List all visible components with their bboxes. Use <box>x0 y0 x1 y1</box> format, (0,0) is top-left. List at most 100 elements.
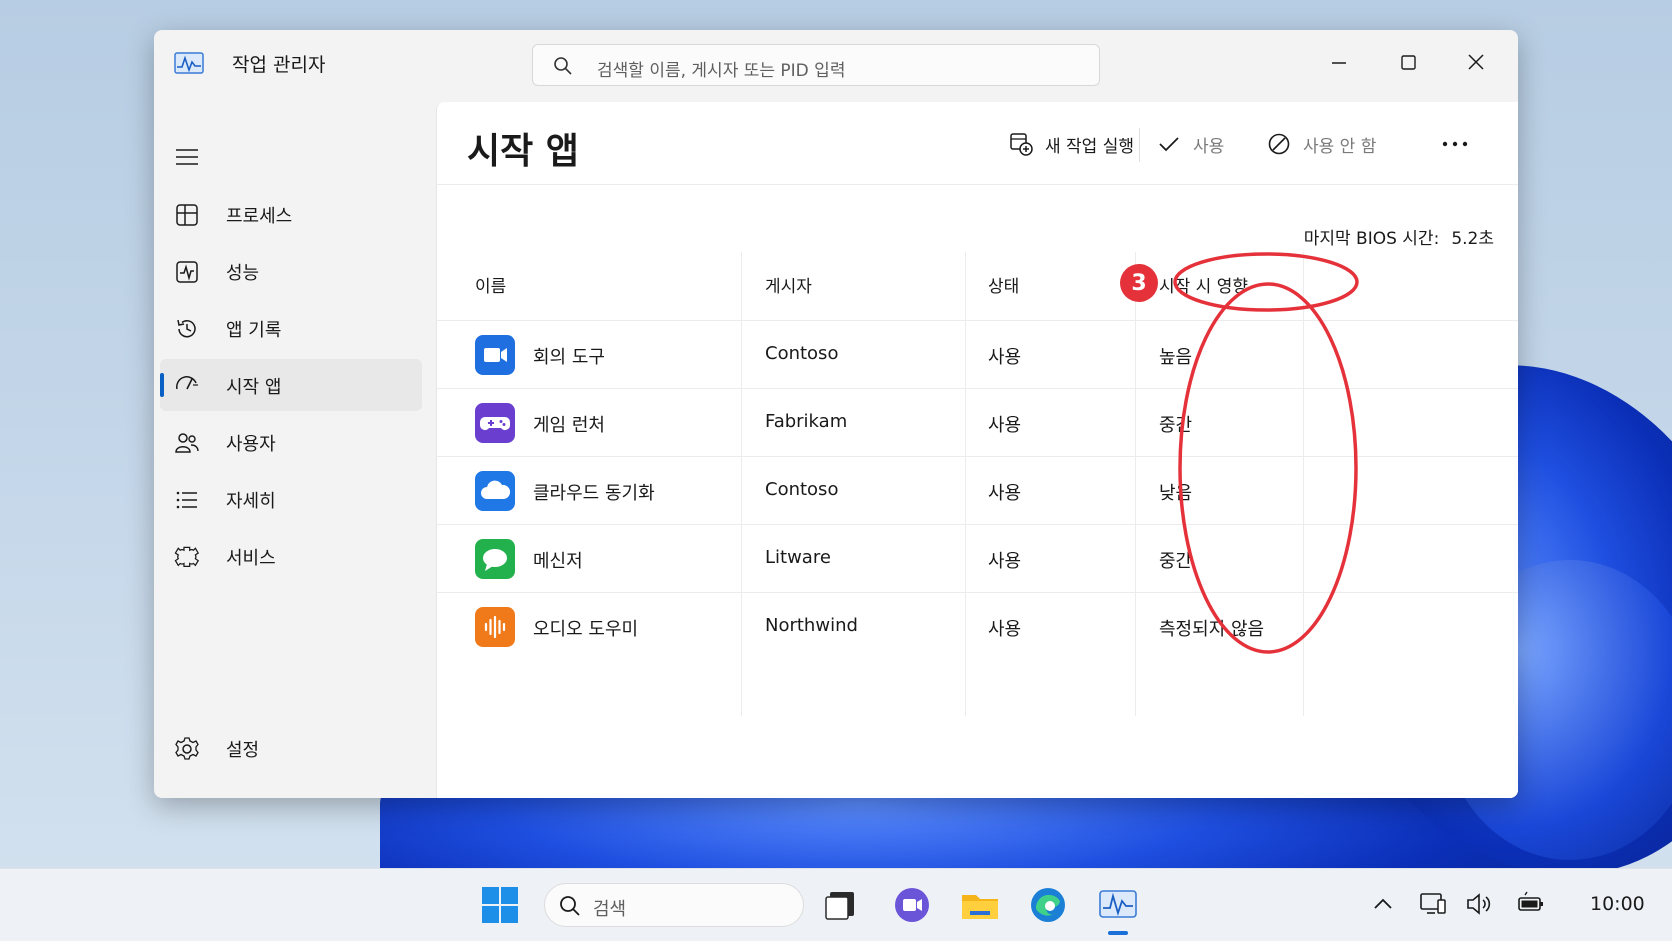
startup-apps-icon <box>176 376 198 390</box>
gear-icon <box>175 737 199 760</box>
app-status: 사용 <box>988 619 1022 640</box>
step-badge: 3 <box>1120 264 1158 302</box>
gamepad-icon <box>475 403 515 443</box>
sidebar-item-label: 서비스 <box>226 548 276 569</box>
column-header-publisher[interactable]: 게시자 <box>765 272 812 297</box>
main-panel: 시작 앱 새 작업 실행 사용 사용 안 함 마지막 BIOS 시간: 5.2초… <box>436 102 1518 798</box>
app-history-icon <box>177 319 196 338</box>
bios-value: 5.2초 <box>1451 229 1494 249</box>
app-publisher: Contoso <box>765 479 839 500</box>
taskbar-search[interactable]: 검색 <box>544 883 804 927</box>
sidebar-item-services[interactable]: 서비스 <box>160 530 422 582</box>
run-new-task-button[interactable]: 새 작업 실행 <box>1009 124 1134 164</box>
table-row[interactable]: 오디오 도우미 Northwind 사용 측정되지 않음 <box>437 592 1518 660</box>
app-name: 메신저 <box>533 551 583 572</box>
chevron-up-icon[interactable] <box>1368 889 1398 919</box>
video-camera-icon <box>475 335 515 375</box>
taskbar-search-label: 검색 <box>593 899 627 920</box>
app-startup-impact: 낮음 <box>1159 483 1193 504</box>
disable-label: 사용 안 함 <box>1303 136 1377 157</box>
app-startup-impact: 중간 <box>1159 551 1193 572</box>
task-view-icon[interactable] <box>820 883 864 927</box>
header-divider <box>437 184 1518 185</box>
block-icon <box>1268 133 1290 155</box>
details-icon <box>176 491 197 509</box>
enable-button[interactable]: 사용 <box>1157 124 1224 164</box>
performance-icon <box>176 261 198 283</box>
processes-icon <box>176 204 198 226</box>
cloud-icon <box>475 471 515 511</box>
app-publisher: Northwind <box>765 615 858 636</box>
app-publisher: Litware <box>765 547 831 568</box>
sidebar: 프로세스 성능 앱 기록 시작 앱 사용자 자세히 서비스 설정 <box>154 102 434 798</box>
app-status: 사용 <box>988 415 1022 436</box>
sidebar-item-label: 성능 <box>226 263 260 284</box>
sidebar-item-label: 앱 기록 <box>226 320 282 341</box>
app-status: 사용 <box>988 483 1022 504</box>
run-new-task-label: 새 작업 실행 <box>1045 136 1135 157</box>
column-header-startup-impact[interactable]: 시작 시 영향 <box>1159 272 1248 297</box>
task-manager-taskbar-icon[interactable] <box>1096 883 1140 927</box>
close-icon[interactable] <box>1456 44 1496 80</box>
more-icon <box>1442 141 1468 147</box>
sidebar-item-label: 자세히 <box>226 491 276 512</box>
table-row[interactable]: 메신저 Litware 사용 중간 <box>437 524 1518 592</box>
teams-chat-icon[interactable] <box>890 883 934 927</box>
system-clock[interactable]: 10:00 <box>1590 893 1645 915</box>
sidebar-item-app-history[interactable]: 앱 기록 <box>160 302 422 354</box>
sidebar-item-label: 설정 <box>226 740 260 761</box>
app-startup-impact: 측정되지 않음 <box>1159 619 1265 640</box>
app-status: 사용 <box>988 551 1022 572</box>
sidebar-item-users[interactable]: 사용자 <box>160 416 422 468</box>
network-icon[interactable] <box>1418 889 1448 919</box>
sidebar-item-details[interactable]: 자세히 <box>160 473 422 525</box>
maximize-icon[interactable] <box>1388 44 1428 80</box>
disable-button[interactable]: 사용 안 함 <box>1267 124 1376 164</box>
volume-icon[interactable] <box>1464 889 1494 919</box>
checkmark-icon <box>1159 137 1179 152</box>
last-bios-time: 마지막 BIOS 시간: 5.2초 <box>1304 224 1494 249</box>
search-placeholder: 검색할 이름, 게시자 또는 PID 입력 <box>597 61 846 81</box>
app-startup-impact: 높음 <box>1159 347 1193 368</box>
taskbar: 검색 10:00 <box>0 868 1672 941</box>
table-row[interactable]: 클라우드 동기화 Contoso 사용 낮음 <box>437 456 1518 524</box>
column-header-name[interactable]: 이름 <box>475 272 506 297</box>
active-app-indicator <box>1108 931 1128 935</box>
sidebar-item-performance[interactable]: 성능 <box>160 245 422 297</box>
sidebar-item-settings[interactable]: 설정 <box>160 722 422 774</box>
task-manager-window: 작업 관리자 검색할 이름, 게시자 또는 PID 입력 프로세스 성능 앱 기… <box>154 30 1518 798</box>
page-title: 시작 앱 <box>467 131 579 172</box>
edge-browser-icon[interactable] <box>1026 883 1070 927</box>
app-publisher: Contoso <box>765 343 839 364</box>
table-row[interactable]: 게임 런처 Fabrikam 사용 중간 <box>437 388 1518 456</box>
battery-icon[interactable] <box>1516 889 1546 919</box>
more-options-button[interactable] <box>1437 124 1473 164</box>
start-windows-icon[interactable] <box>478 883 522 927</box>
minimize-icon[interactable] <box>1319 44 1359 80</box>
file-explorer-icon[interactable] <box>958 883 1002 927</box>
sidebar-item-label: 사용자 <box>226 434 276 455</box>
app-name: 클라우드 동기화 <box>533 483 655 504</box>
sidebar-item-label: 프로세스 <box>226 206 293 227</box>
hamburger-menu-icon[interactable] <box>174 146 200 168</box>
sidebar-item-label: 시작 앱 <box>226 377 282 398</box>
column-header-status[interactable]: 상태 <box>988 272 1019 297</box>
chat-bubble-icon <box>475 539 515 579</box>
users-icon <box>175 433 199 453</box>
sidebar-item-processes[interactable]: 프로세스 <box>160 188 422 240</box>
app-name: 게임 런처 <box>533 415 605 436</box>
app-name: 회의 도구 <box>533 347 605 368</box>
search-icon <box>554 57 572 75</box>
enable-label: 사용 <box>1193 136 1225 157</box>
toolbar-divider <box>1139 128 1140 162</box>
task-manager-app-icon <box>174 52 204 74</box>
app-status: 사용 <box>988 347 1022 368</box>
bios-label: 마지막 BIOS 시간: <box>1303 229 1440 249</box>
audio-wave-icon <box>475 607 515 647</box>
sidebar-item-startup-apps[interactable]: 시작 앱 <box>160 359 422 411</box>
new-task-icon <box>1010 133 1033 156</box>
table-row[interactable]: 회의 도구 Contoso 사용 높음 <box>437 320 1518 388</box>
search-input[interactable]: 검색할 이름, 게시자 또는 PID 입력 <box>532 44 1100 86</box>
search-icon <box>560 896 580 916</box>
window-title: 작업 관리자 <box>232 54 326 76</box>
